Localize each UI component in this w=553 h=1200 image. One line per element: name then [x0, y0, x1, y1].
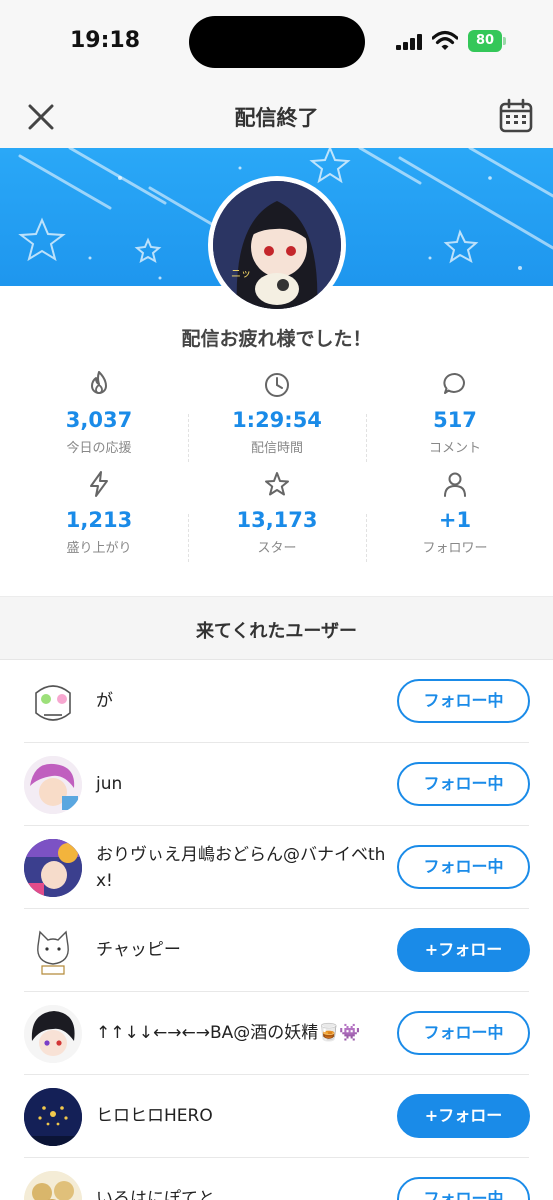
battery-icon: 80 [468, 30, 506, 52]
following-button[interactable]: フォロー中 [397, 679, 530, 723]
clock-icon [265, 373, 289, 397]
user-name: いろはにぽてと [96, 1189, 215, 1200]
user-name: おりヴぃえ月嶋おどらん@バナイベthx! [96, 845, 386, 891]
section-header: 来てくれたユーザー [0, 596, 553, 660]
section-title: 来てくれたユーザー [195, 621, 358, 642]
list-item[interactable]: が フォロー中 [0, 660, 553, 743]
status-bar: 19:18 80 [0, 0, 553, 84]
user-name: ヒロヒロHERO [96, 1106, 213, 1126]
status-time: 19:18 [70, 28, 141, 53]
following-button[interactable]: フォロー中 [397, 845, 530, 889]
avatar[interactable] [24, 1088, 82, 1146]
stat-value: 13,173 [236, 508, 318, 532]
follow-button[interactable]: +フォロー [397, 928, 530, 972]
stat-followers: +1 フォロワー [366, 466, 544, 562]
flame-icon [91, 371, 107, 394]
list-item[interactable]: いろはにぽてと フォロー中 [0, 1158, 553, 1200]
stat-value: 517 [433, 408, 477, 432]
follow-button[interactable]: +フォロー [397, 1094, 530, 1138]
user-list: が フォロー中 jun フォロー中 おりヴぃえ月嶋おどらん@バナイベthx! フ… [0, 660, 553, 1200]
avatar[interactable] [24, 839, 82, 897]
stat-value: +1 [438, 508, 472, 532]
calendar-icon[interactable] [496, 96, 536, 136]
wifi-icon [432, 30, 458, 50]
stat-label: 今日の応援 [66, 441, 132, 456]
page-title: 配信終了 [234, 106, 319, 130]
stat-label: スター [257, 541, 297, 556]
stat-value: 1,213 [65, 508, 133, 532]
comment-icon [443, 373, 465, 394]
avatar[interactable] [24, 1005, 82, 1063]
avatar[interactable] [24, 673, 82, 731]
avatar[interactable]: ニッ [213, 181, 341, 309]
signal-icon [396, 34, 428, 50]
stat-stars: 13,173 スター [188, 466, 366, 562]
user-name: jun [96, 774, 123, 794]
following-button[interactable]: フォロー中 [397, 762, 530, 806]
stat-label: 盛り上がり [66, 541, 132, 556]
avatar[interactable] [24, 756, 82, 814]
stat-duration: 1:29:54 配信時間 [188, 366, 366, 462]
svg-text:ニッ: ニッ [231, 269, 251, 280]
avatar[interactable] [24, 1171, 82, 1200]
following-button[interactable]: フォロー中 [397, 1011, 530, 1055]
list-item[interactable]: おりヴぃえ月嶋おどらん@バナイベthx! フォロー中 [0, 826, 553, 909]
list-item[interactable]: ↑↑↓↓←→←→BA@酒の妖精🥃👾 フォロー中 [0, 992, 553, 1075]
battery-level: 80 [468, 30, 502, 52]
header: 配信終了 [0, 84, 553, 148]
stat-label: 配信時間 [250, 441, 303, 456]
lightning-icon [90, 471, 108, 497]
avatar[interactable] [24, 922, 82, 980]
stat-support: 3,037 今日の応援 [10, 366, 188, 462]
dynamic-island [189, 16, 365, 68]
stats-grid: 3,037 今日の応援 1:29:54 配信時間 517 コメント 1,213 … [10, 366, 543, 566]
stat-value: 1:29:54 [232, 408, 322, 432]
star-icon [265, 472, 289, 496]
person-icon [444, 472, 466, 497]
stat-excitement: 1,213 盛り上がり [10, 466, 188, 562]
stat-label: フォロワー [422, 541, 488, 556]
list-item[interactable]: jun フォロー中 [0, 743, 553, 826]
stat-comments: 517 コメント [366, 366, 544, 462]
thanks-message: 配信お疲れ様でした！ [181, 328, 372, 350]
user-name: が [96, 691, 113, 711]
list-item[interactable]: チャッピー +フォロー [0, 909, 553, 992]
user-name: ↑↑↓↓←→←→BA@酒の妖精🥃👾 [96, 1023, 361, 1043]
list-item[interactable]: ヒロヒロHERO +フォロー [0, 1075, 553, 1158]
stat-label: コメント [428, 441, 481, 456]
user-name: チャッピー [96, 940, 181, 960]
following-button[interactable]: フォロー中 [397, 1177, 530, 1200]
stat-value: 3,037 [65, 408, 133, 432]
